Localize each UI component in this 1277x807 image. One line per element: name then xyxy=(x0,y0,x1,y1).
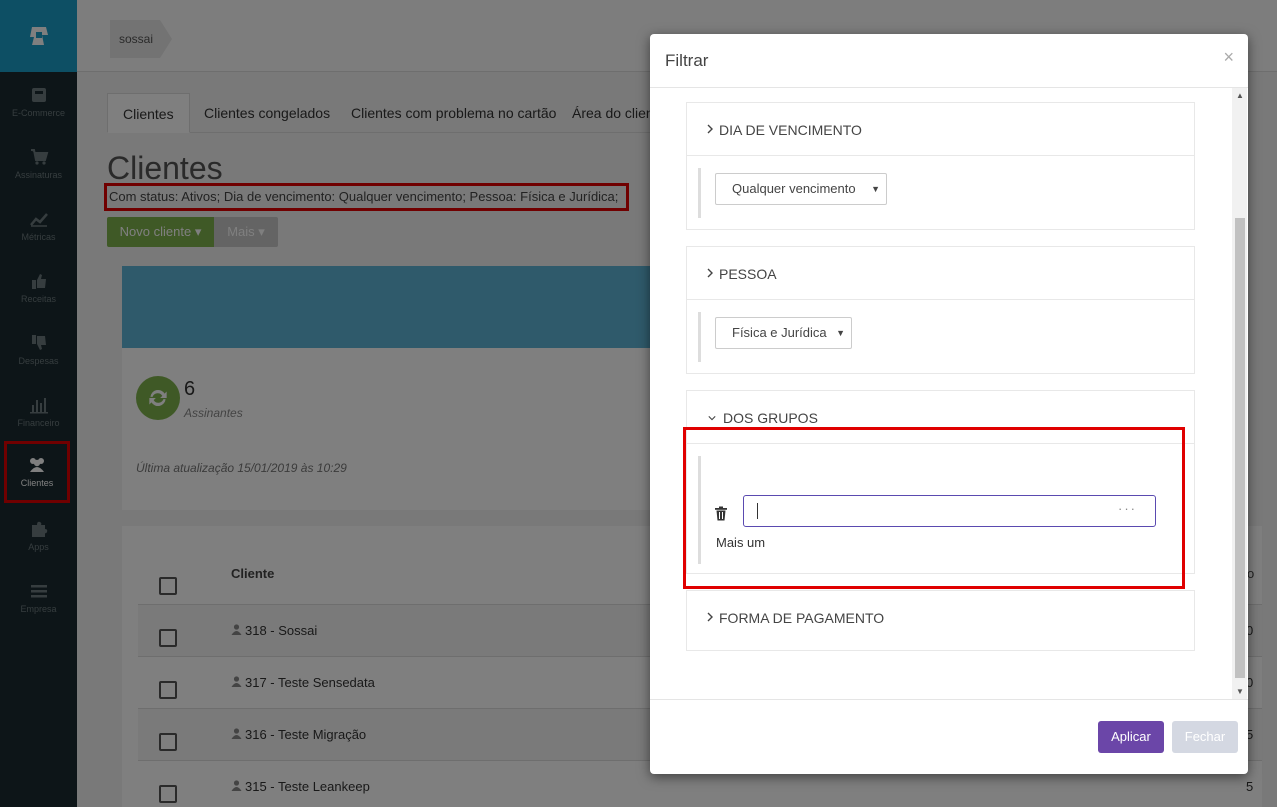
modal-body: DIA DE VENCIMENTO Qualquer vencimento ▼ … xyxy=(650,88,1248,700)
section-title: PESSOA xyxy=(719,266,777,282)
filter-section-vencimento: DIA DE VENCIMENTO Qualquer vencimento ▼ xyxy=(686,102,1195,230)
chevron-down-icon xyxy=(708,416,716,421)
pessoa-select-value: Física e Jurídica xyxy=(732,325,827,340)
vencimento-select[interactable]: Qualquer vencimento ▼ xyxy=(715,173,887,205)
apply-button[interactable]: Aplicar xyxy=(1098,721,1164,753)
more-options-icon[interactable]: ··· xyxy=(1118,501,1137,516)
caret-down-icon: ▼ xyxy=(871,184,880,194)
modal-title: Filtrar xyxy=(665,51,709,70)
trash-icon[interactable] xyxy=(714,506,728,521)
chevron-right-icon xyxy=(707,612,713,622)
close-icon[interactable]: × xyxy=(1223,47,1234,68)
modal-header: Filtrar × xyxy=(650,34,1248,88)
section-title: DIA DE VENCIMENTO xyxy=(719,122,862,138)
section-divider xyxy=(698,312,701,362)
section-divider xyxy=(698,168,701,218)
pessoa-select[interactable]: Física e Jurídica ▼ xyxy=(715,317,852,349)
text-cursor xyxy=(757,503,758,519)
section-title: FORMA DE PAGAMENTO xyxy=(719,610,885,626)
section-title: DOS GRUPOS xyxy=(723,410,818,426)
filter-section-pessoa: PESSOA Física e Jurídica ▼ xyxy=(686,246,1195,374)
close-button[interactable]: Fechar xyxy=(1172,721,1238,753)
section-header-pessoa[interactable]: PESSOA xyxy=(687,247,1194,300)
filter-section-pagamento: FORMA DE PAGAMENTO xyxy=(686,590,1195,651)
scroll-up-icon[interactable]: ▲ xyxy=(1236,92,1244,100)
group-search-input[interactable]: ··· xyxy=(743,495,1156,527)
vencimento-select-value: Qualquer vencimento xyxy=(732,181,856,196)
caret-down-icon: ▼ xyxy=(836,328,845,338)
chevron-right-icon xyxy=(707,268,713,278)
section-header-vencimento[interactable]: DIA DE VENCIMENTO xyxy=(687,103,1194,156)
chevron-right-icon xyxy=(707,124,713,134)
modal-scrollbar[interactable]: ▲ ▼ xyxy=(1232,88,1247,699)
add-group-link[interactable]: Mais um xyxy=(716,535,765,550)
scrollbar-thumb[interactable] xyxy=(1235,218,1245,678)
section-header-pagamento[interactable]: FORMA DE PAGAMENTO xyxy=(687,591,1194,644)
scroll-down-icon[interactable]: ▼ xyxy=(1236,688,1244,696)
filter-modal: Filtrar × DIA DE VENCIMENTO Qualquer ven… xyxy=(650,34,1248,774)
